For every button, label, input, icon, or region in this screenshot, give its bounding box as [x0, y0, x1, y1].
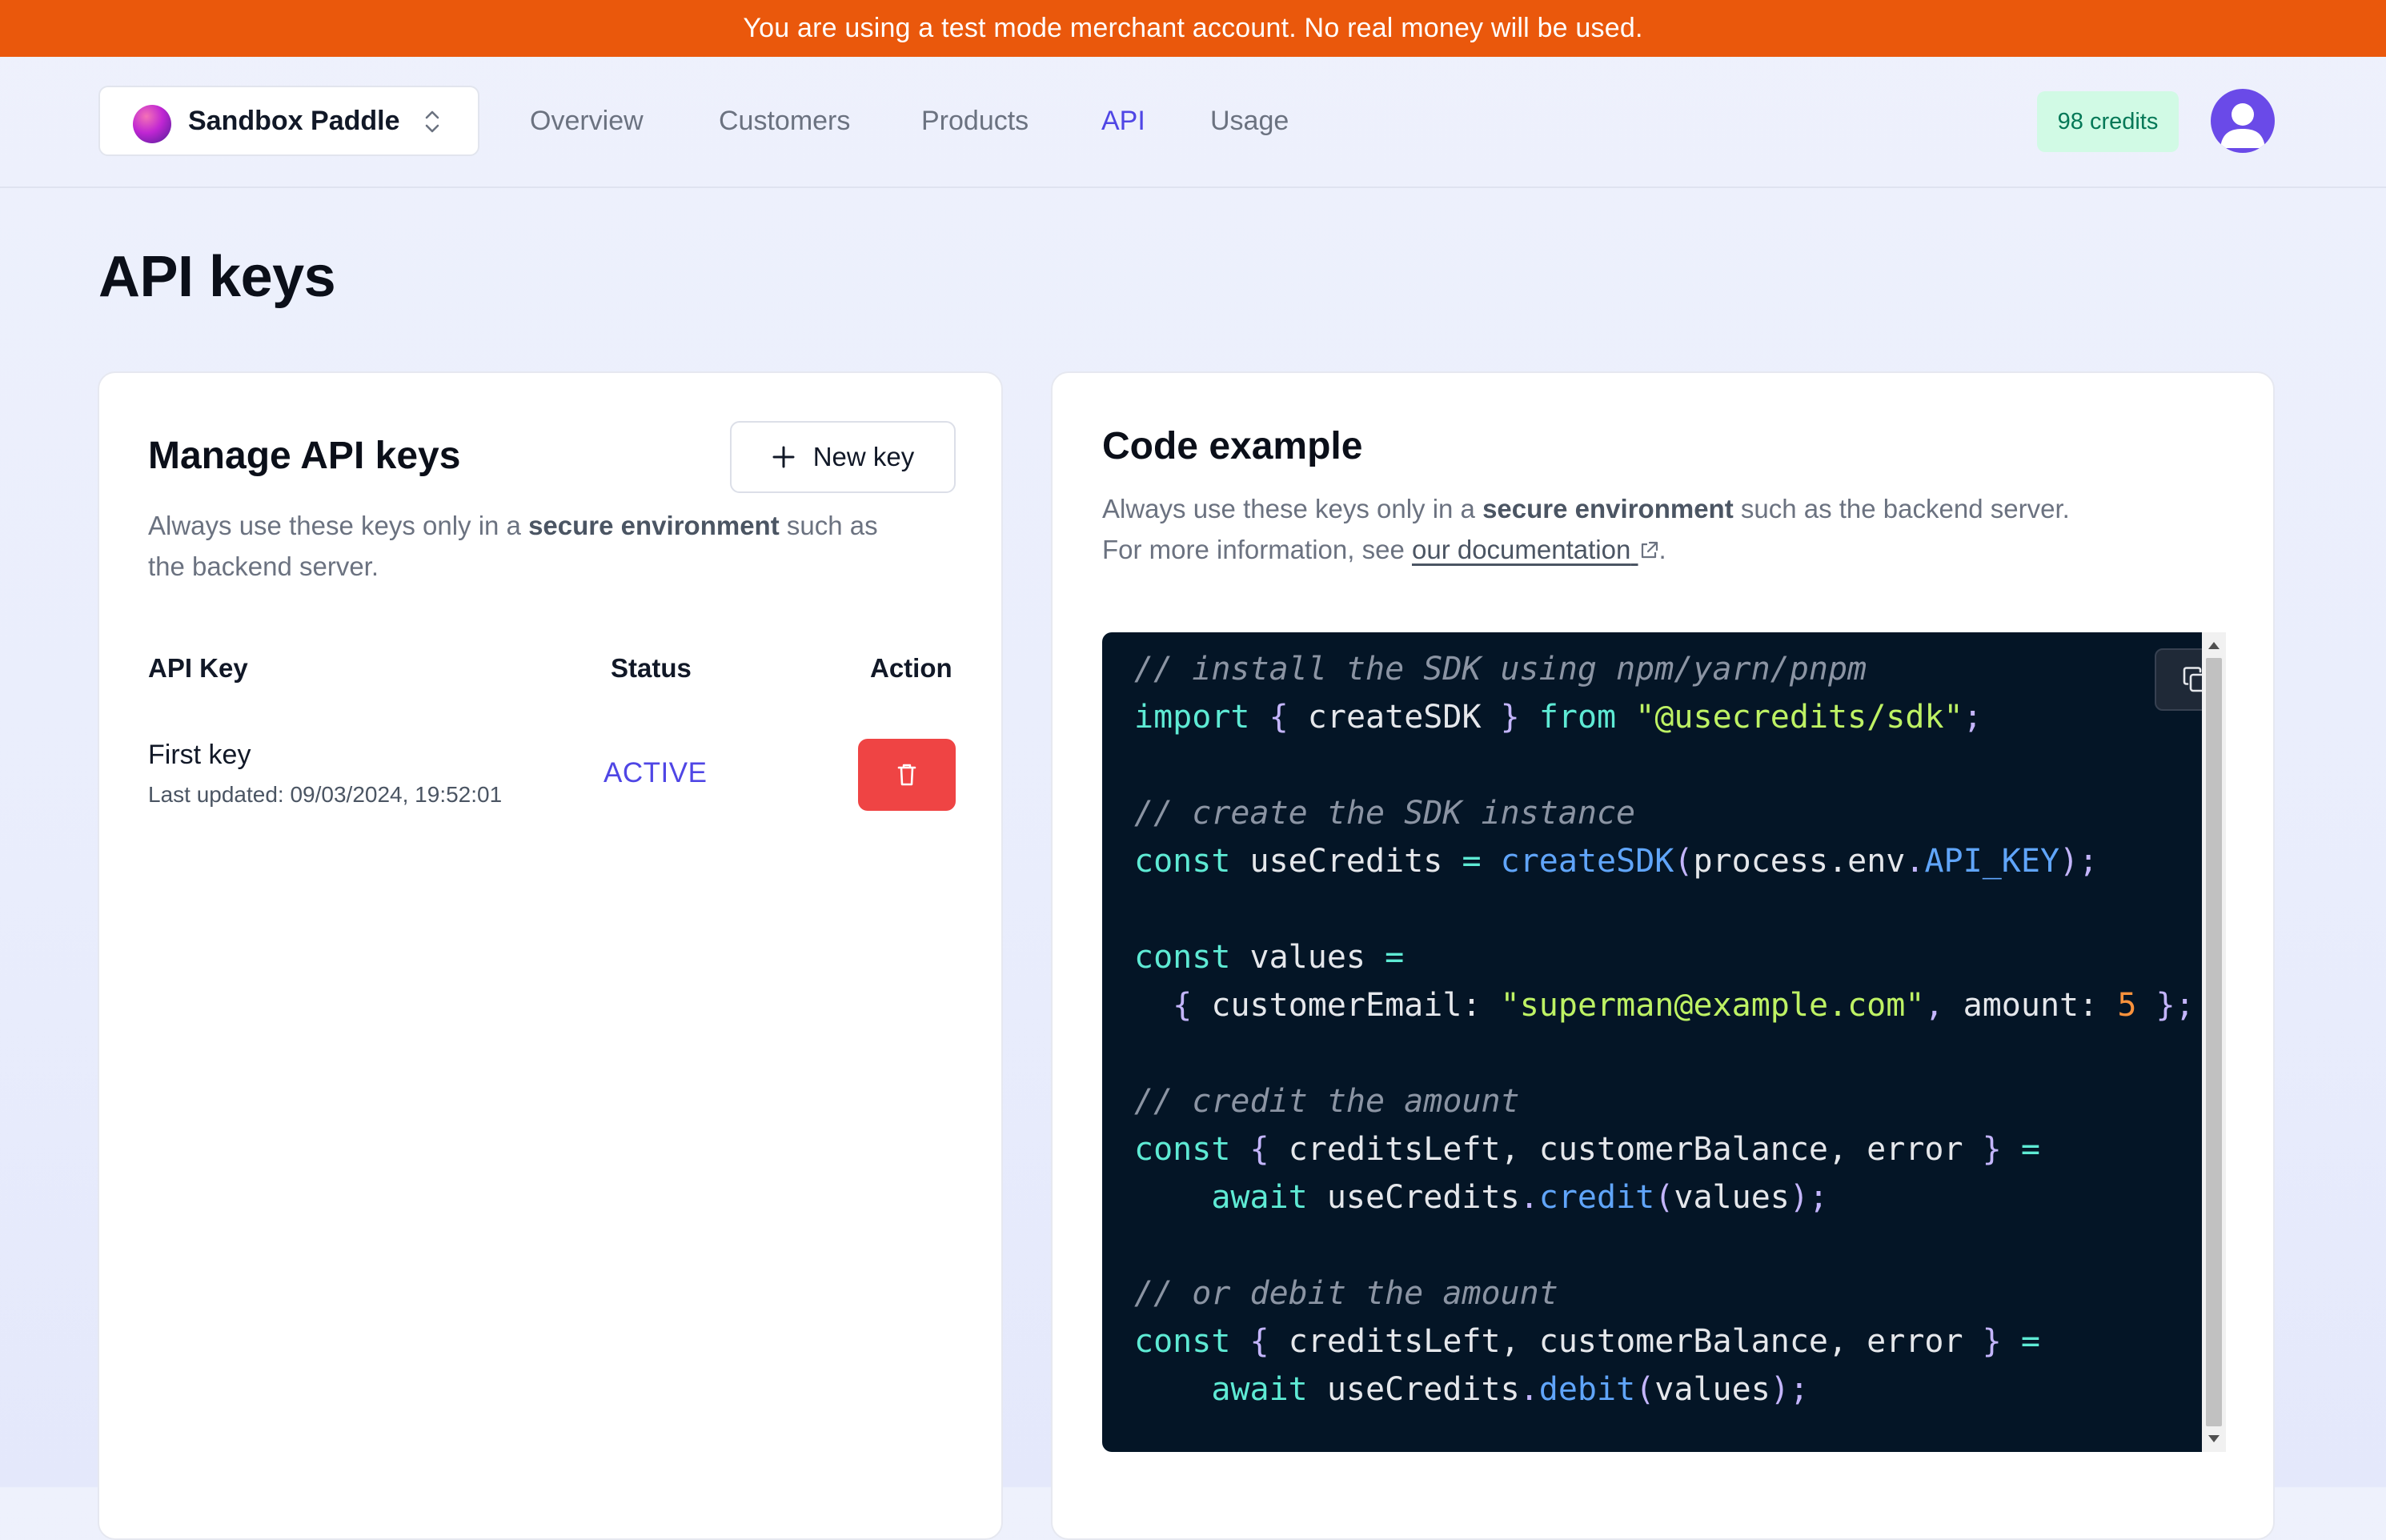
- code-string: "superman@example.com": [1500, 987, 1925, 1024]
- code-example-description: Always use these keys only in a secure e…: [1102, 488, 2223, 570]
- nav-usage[interactable]: Usage: [1210, 86, 1289, 156]
- column-header-status: Status: [611, 653, 692, 683]
- scrollbar-thumb[interactable]: [2206, 658, 2222, 1426]
- status-badge: ACTIVE: [604, 757, 708, 788]
- documentation-link-text: our documentation: [1411, 535, 1631, 564]
- trash-icon: [897, 764, 916, 786]
- code-example-card: Code example Always use these keys only …: [1051, 371, 2275, 1540]
- manage-desc-bold: secure environment: [528, 511, 780, 540]
- api-key-last-updated: Last updated: 09/03/2024, 19:52:01: [148, 782, 503, 807]
- documentation-link[interactable]: our documentation: [1412, 535, 1659, 564]
- copy-code-button[interactable]: [2155, 648, 2202, 711]
- merchant-logo-icon: [133, 105, 171, 143]
- top-navigation: Sandbox Paddle Overview Customers Produc…: [0, 57, 2386, 188]
- code-identifier: values: [1674, 1179, 1790, 1216]
- code-desc-bold: secure environment: [1482, 494, 1734, 523]
- api-key-name: First key: [148, 740, 251, 770]
- external-link-icon: [1641, 541, 1658, 559]
- code-desc-suffix: such as the backend server.: [1733, 494, 2070, 523]
- copy-icon: [2183, 667, 2202, 692]
- code-keyword: const: [1134, 1131, 1231, 1168]
- manage-desc-suffix: such as: [779, 511, 878, 540]
- code-identifier: values: [1249, 939, 1366, 976]
- manage-api-keys-title: Manage API keys: [148, 435, 461, 477]
- code-keyword: import: [1134, 699, 1250, 736]
- code-identifier: process.env: [1693, 843, 1906, 880]
- nav-api[interactable]: API: [1101, 86, 1145, 156]
- code-string: "@usecredits/sdk": [1635, 699, 1963, 736]
- new-key-button[interactable]: New key: [730, 421, 956, 493]
- chevron-up-down-icon: [425, 110, 439, 133]
- user-avatar[interactable]: [2211, 89, 2275, 153]
- merchant-name: Sandbox Paddle: [188, 106, 400, 136]
- test-mode-banner: You are using a test mode merchant accou…: [0, 0, 2386, 57]
- code-content: // install the SDK using npm/yarn/pnpm i…: [1134, 651, 2195, 1408]
- merchant-switcher[interactable]: Sandbox Paddle: [98, 86, 479, 156]
- code-comment: // create the SDK instance: [1134, 795, 1636, 832]
- user-icon: [2220, 103, 2265, 148]
- code-comment: // or debit the amount: [1134, 1275, 1558, 1312]
- code-identifier: useCredits: [1326, 1179, 1520, 1216]
- code-keyword: await: [1211, 1179, 1308, 1216]
- manage-desc-prefix: Always use these keys only in a: [148, 511, 529, 540]
- manage-description: Always use these keys only in a secure e…: [148, 505, 948, 587]
- code-scrollbar[interactable]: [2202, 632, 2226, 1452]
- code-comment: // credit the amount: [1134, 1083, 1520, 1120]
- code-keyword: const: [1134, 843, 1231, 880]
- code-identifier: amount: [1963, 987, 2079, 1024]
- column-header-action: Action: [870, 653, 952, 683]
- code-identifier: useCredits: [1249, 843, 1443, 880]
- code-example-title: Code example: [1102, 425, 1363, 467]
- code-identifier: values: [1654, 1371, 1770, 1408]
- code-number: 5: [2117, 987, 2137, 1024]
- code-identifier: customerEmail: [1211, 987, 1462, 1024]
- code-info-prefix: For more information, see: [1102, 535, 1412, 564]
- code-identifier: createSDK: [1307, 699, 1482, 736]
- code-info-suffix: .: [1658, 535, 1666, 564]
- code-property: API_KEY: [1924, 843, 2060, 880]
- manage-desc-line2: the backend server.: [148, 551, 379, 581]
- code-identifier: creditsLeft, customerBalance, error: [1288, 1323, 1963, 1360]
- code-desc-prefix: Always use these keys only in a: [1102, 494, 1483, 523]
- plus-icon: [772, 446, 795, 468]
- nav-customers[interactable]: Customers: [719, 86, 850, 156]
- code-keyword: const: [1134, 1323, 1231, 1360]
- code-function: credit: [1538, 1179, 1655, 1216]
- manage-api-keys-card: Manage API keys New key Always use these…: [98, 371, 1003, 1540]
- column-header-api-key: API Key: [148, 653, 248, 683]
- code-block[interactable]: // install the SDK using npm/yarn/pnpm i…: [1102, 632, 2202, 1452]
- code-identifier: useCredits: [1326, 1371, 1520, 1408]
- code-keyword: await: [1211, 1371, 1308, 1408]
- code-comment: // install the SDK using npm/yarn/pnpm: [1134, 651, 1867, 688]
- new-key-label: New key: [812, 442, 915, 471]
- scroll-up-arrow-icon[interactable]: [2208, 642, 2220, 649]
- test-mode-banner-text: You are using a test mode merchant accou…: [743, 13, 1643, 43]
- nav-products[interactable]: Products: [921, 86, 1029, 156]
- code-keyword: const: [1134, 939, 1231, 976]
- credits-badge[interactable]: 98 credits: [2037, 91, 2179, 152]
- nav-overview[interactable]: Overview: [530, 86, 644, 156]
- scroll-down-arrow-icon[interactable]: [2208, 1435, 2220, 1442]
- code-keyword: from: [1538, 699, 1617, 736]
- delete-key-button[interactable]: [858, 739, 956, 811]
- code-function: createSDK: [1500, 843, 1674, 880]
- code-function: debit: [1538, 1371, 1636, 1408]
- code-identifier: creditsLeft, customerBalance, error: [1288, 1131, 1963, 1168]
- page-title: API keys: [98, 245, 336, 309]
